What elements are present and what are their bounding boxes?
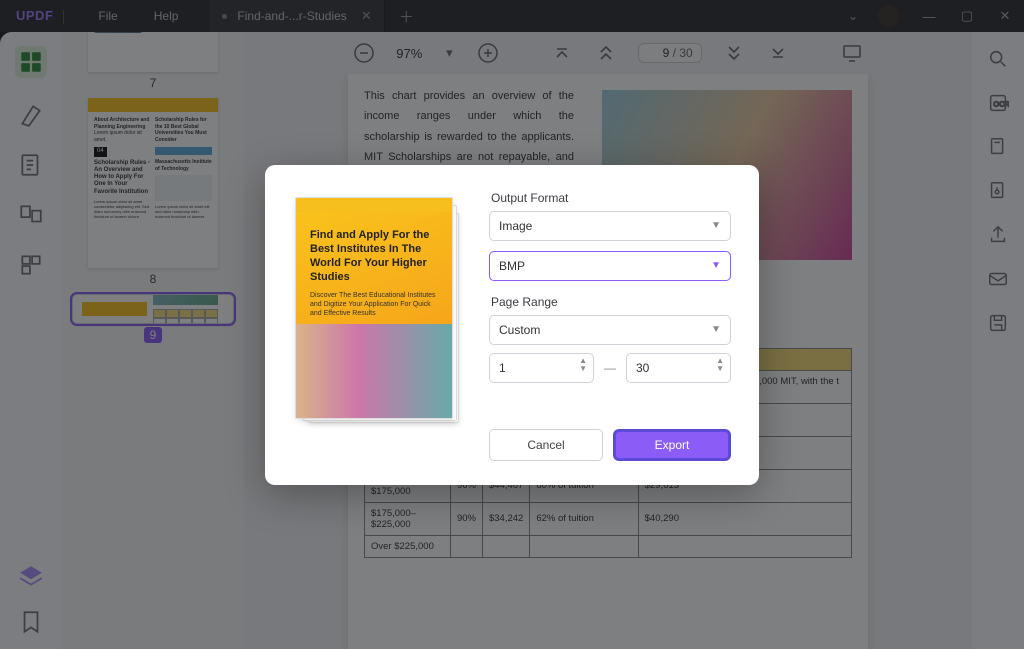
output-format-label: Output Format	[491, 191, 731, 205]
page-range-value: Custom	[499, 323, 540, 337]
page-range-select[interactable]: Custom ▼	[489, 315, 731, 345]
preview-title: Find and Apply For the Best Institutes I…	[310, 228, 438, 285]
range-dash: —	[604, 361, 616, 375]
page-to-input[interactable]: ▲▼	[626, 353, 731, 383]
modal-overlay: Find and Apply For the Best Institutes I…	[0, 0, 1024, 649]
stepper-icon[interactable]: ▲▼	[716, 357, 724, 373]
chevron-down-icon: ▼	[711, 220, 721, 231]
chevron-down-icon: ▼	[711, 260, 721, 271]
page-to-field[interactable]	[636, 361, 687, 375]
stepper-icon[interactable]: ▲▼	[579, 357, 587, 373]
export-preview: Find and Apply For the Best Institutes I…	[293, 195, 461, 439]
chevron-down-icon: ▼	[711, 324, 721, 335]
preview-subtitle: Discover The Best Educational Institutes…	[310, 291, 438, 318]
page-from-field[interactable]	[499, 361, 550, 375]
page-range-label: Page Range	[491, 295, 731, 309]
output-format-value: Image	[499, 219, 532, 233]
export-button[interactable]: Export	[613, 429, 731, 461]
export-dialog: Find and Apply For the Best Institutes I…	[265, 165, 759, 485]
output-format-select[interactable]: Image ▼	[489, 211, 731, 241]
image-type-value: BMP	[499, 259, 525, 273]
export-form: Output Format Image ▼ BMP ▼ Page Range C…	[489, 191, 731, 461]
preview-image	[296, 324, 452, 419]
cancel-button[interactable]: Cancel	[489, 429, 603, 461]
image-type-select[interactable]: BMP ▼	[489, 251, 731, 281]
page-from-input[interactable]: ▲▼	[489, 353, 594, 383]
